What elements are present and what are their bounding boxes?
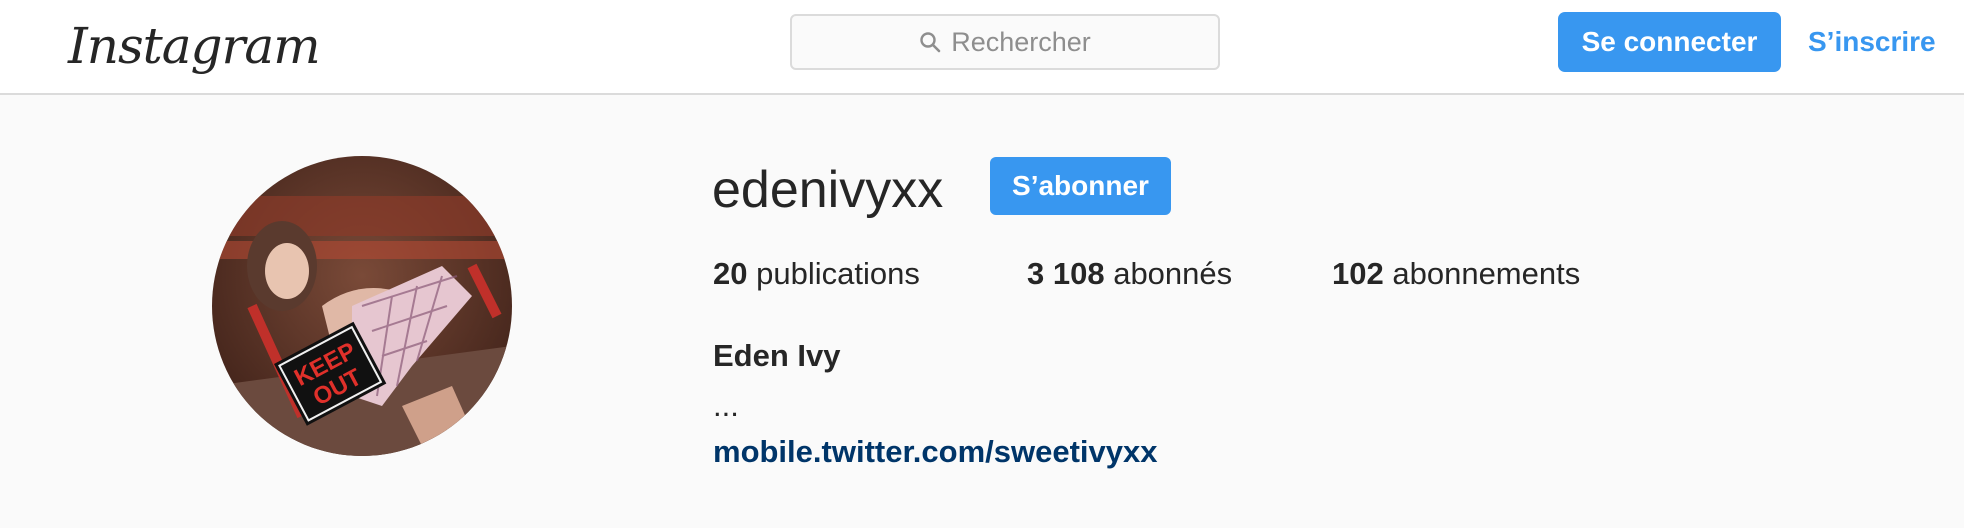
profile-bio: ... [713, 388, 739, 423]
search-input[interactable]: Rechercher [790, 14, 1220, 70]
following-label: abonnements [1392, 256, 1581, 291]
profile-external-link[interactable]: mobile.twitter.com/sweetivyxx [713, 430, 1158, 474]
followers-label: abonnés [1113, 256, 1233, 291]
following-number: 102 [1332, 256, 1384, 291]
avatar[interactable]: KEEP OUT [212, 156, 512, 456]
following-count[interactable]: 102 abonnements [1332, 252, 1580, 296]
search-placeholder: Rechercher [951, 26, 1091, 57]
login-button[interactable]: Se connecter [1558, 12, 1781, 72]
top-navigation-bar: Instagram Rechercher Se connecter S’insc… [0, 0, 1964, 95]
followers-number: 3 108 [1027, 256, 1105, 291]
profile-photo: KEEP OUT [212, 156, 512, 456]
profile-username: edenivyxx [712, 161, 944, 219]
posts-count: 20 publications [713, 252, 920, 296]
search-icon [920, 32, 941, 53]
posts-label: publications [756, 256, 920, 291]
posts-number: 20 [713, 256, 748, 291]
follow-button[interactable]: S’abonner [990, 157, 1171, 215]
profile-full-name: Eden Ivy [713, 338, 841, 373]
followers-count[interactable]: 3 108 abonnés [1027, 252, 1232, 296]
instagram-logo[interactable]: Instagram [68, 8, 321, 84]
signup-link[interactable]: S’inscrire [1808, 20, 1936, 64]
